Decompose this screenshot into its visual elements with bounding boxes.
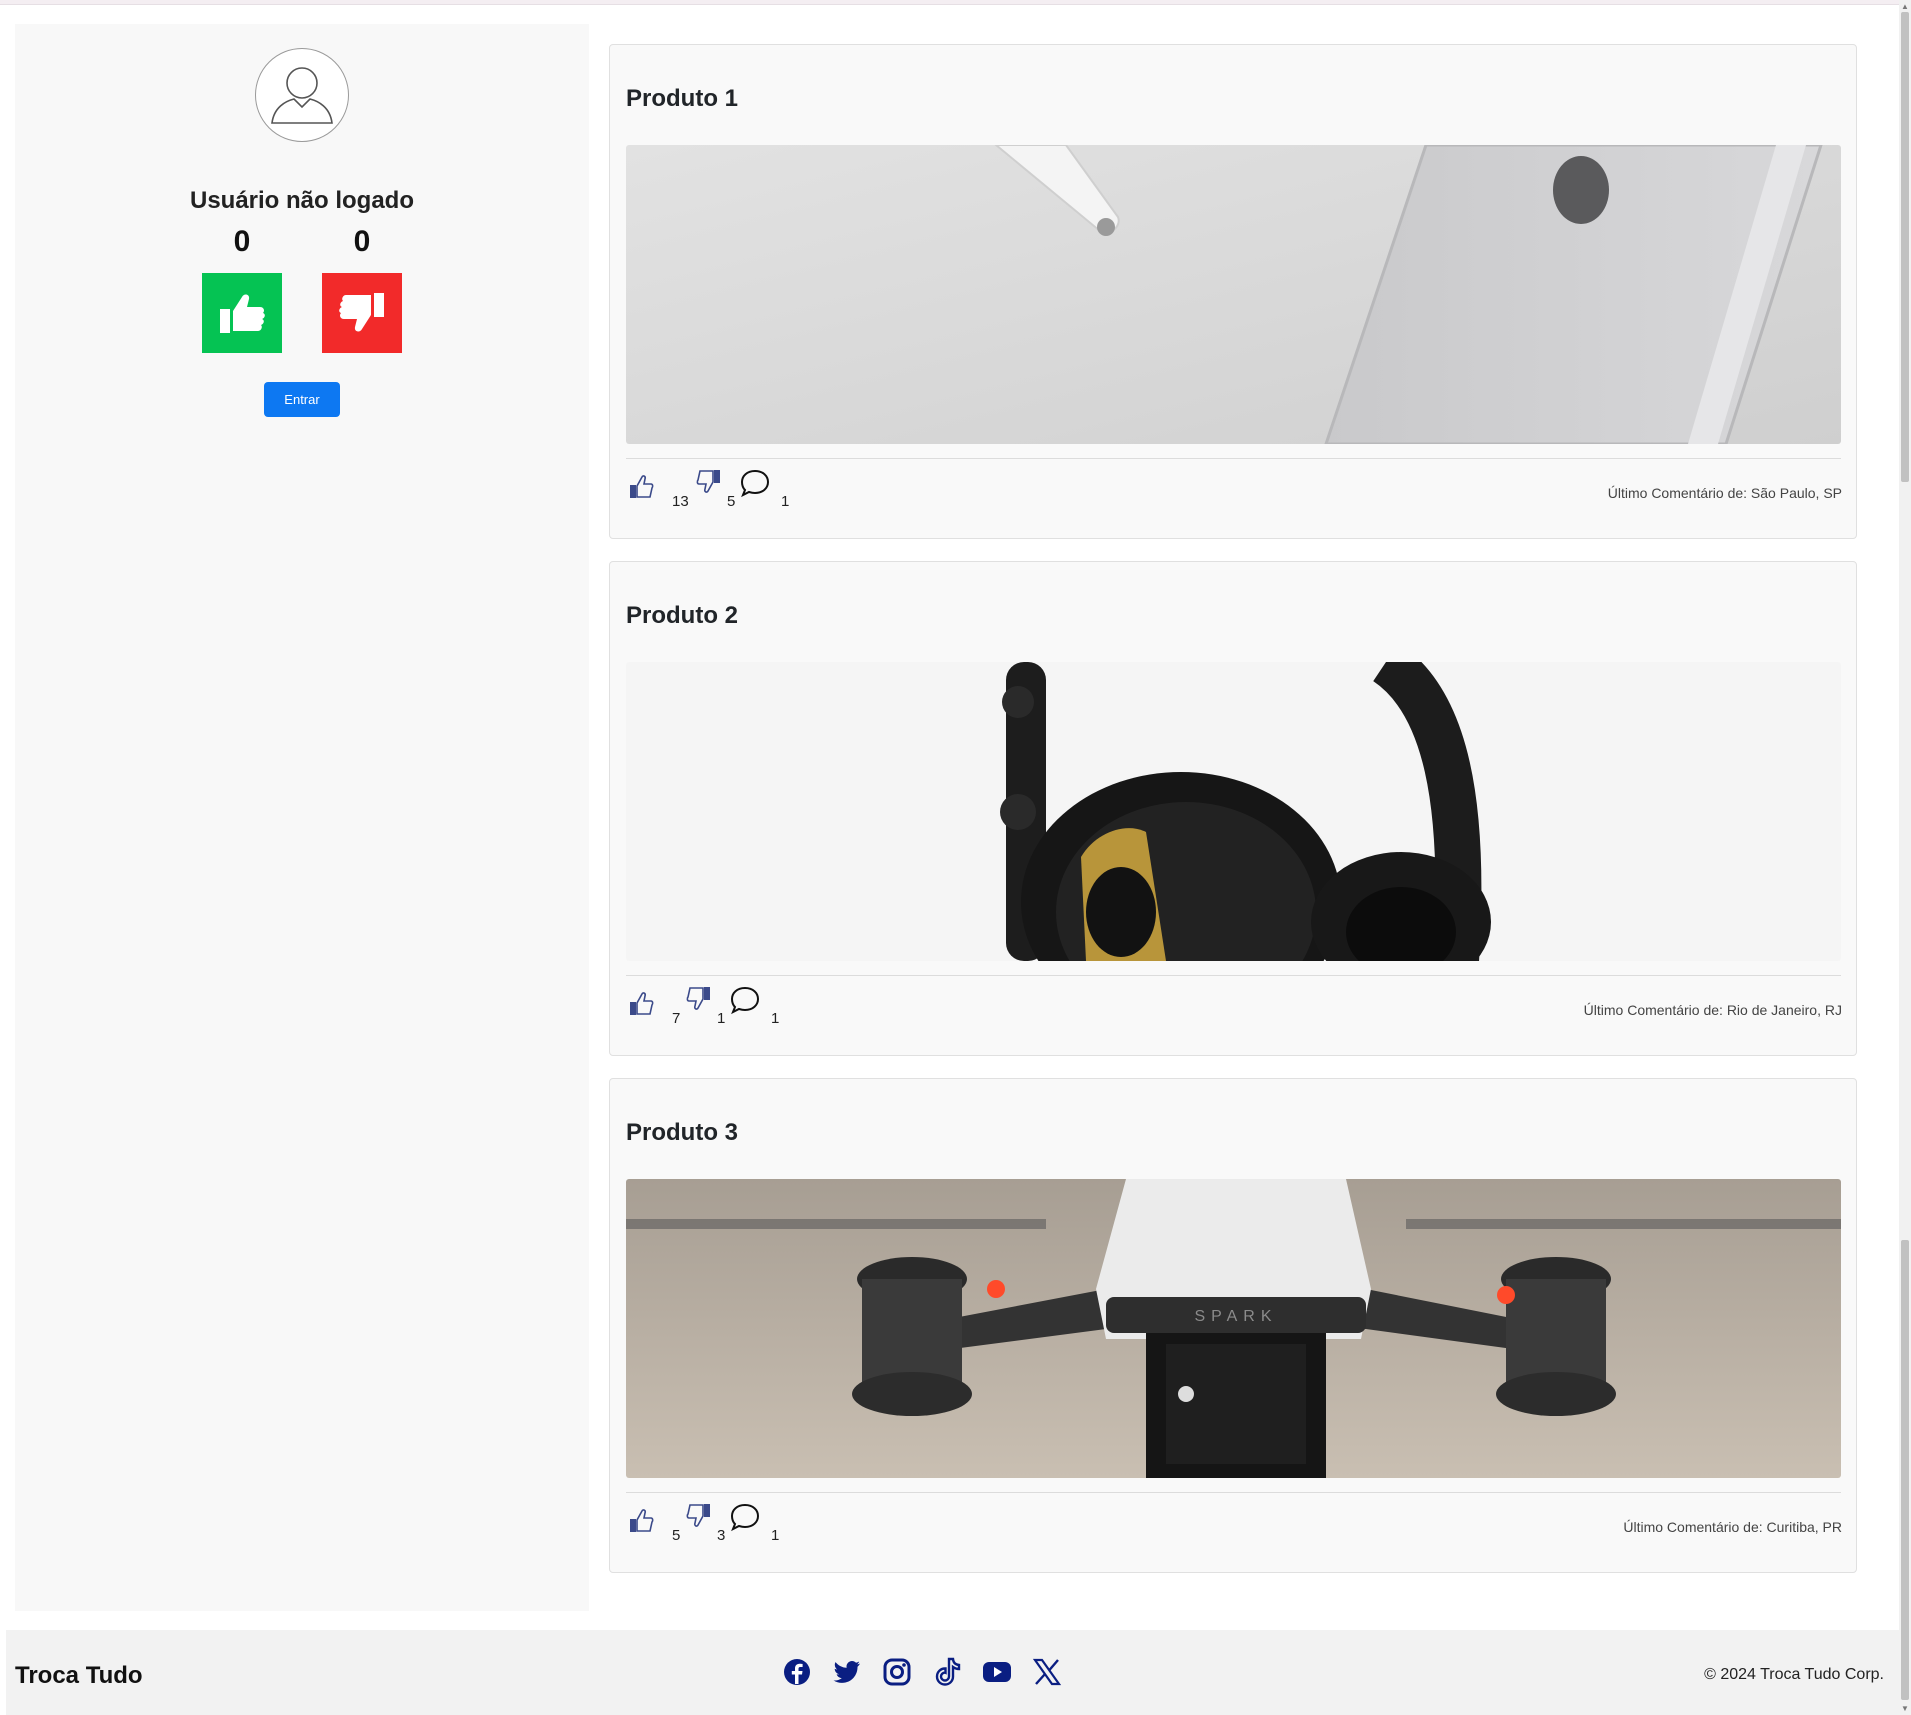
youtube-icon[interactable]	[981, 1656, 1013, 1688]
login-button[interactable]: Entrar	[264, 382, 340, 417]
dislike-button[interactable]	[322, 273, 402, 353]
product-title: Produto 1	[626, 85, 738, 112]
comment-icon[interactable]	[729, 984, 761, 1016]
thumbs-up-outline-icon[interactable]	[627, 473, 655, 501]
product-card: Produto 2 7 1 1 Último Comentário de: Ri…	[609, 561, 1857, 1056]
product-title: Produto 2	[626, 602, 738, 629]
thumbs-up-outline-icon[interactable]	[627, 990, 655, 1018]
product-stats: 7 1 1	[627, 986, 1127, 1030]
comments-count: 1	[771, 1010, 780, 1027]
user-status-title: Usuário não logado	[189, 187, 414, 214]
comments-count: 1	[781, 493, 790, 510]
scroll-down-arrow-icon[interactable]: ▼	[1901, 1704, 1909, 1713]
like-button[interactable]	[202, 273, 282, 353]
tiktok-icon[interactable]	[931, 1656, 963, 1688]
product-card: Produto 3 SPARK 5 3 1 Último Comentário …	[609, 1078, 1857, 1573]
product-image-drone[interactable]: SPARK	[626, 1179, 1841, 1478]
likes-count: 0	[233, 225, 251, 258]
thumbs-down-outline-icon[interactable]	[695, 467, 723, 495]
scroll-up-arrow-icon[interactable]: ▲	[1901, 2, 1909, 11]
instagram-icon[interactable]	[881, 1656, 913, 1688]
comment-icon[interactable]	[739, 467, 771, 499]
page-container: Usuário não logado 0 0 Entrar Produto 1	[15, 24, 1877, 1611]
comment-icon[interactable]	[729, 1501, 761, 1533]
product-title: Produto 3	[626, 1119, 738, 1146]
likes-count: 7	[672, 1010, 681, 1027]
thumbs-down-outline-icon[interactable]	[685, 1501, 713, 1529]
last-comment: Último Comentário de: Rio de Janeiro, RJ	[1583, 1002, 1842, 1018]
likes-count: 5	[672, 1527, 681, 1544]
facebook-icon[interactable]	[781, 1656, 813, 1688]
thumbs-down-outline-icon[interactable]	[685, 984, 713, 1012]
dislikes-count: 1	[717, 1010, 726, 1027]
product-card: Produto 1 13 5 1 Último Comentário de: S…	[609, 44, 1857, 539]
browser-top-edge	[0, 0, 1900, 5]
dislikes-count: 0	[353, 225, 371, 258]
scrollbar-thumb[interactable]	[1901, 12, 1909, 482]
footer-brand: Troca Tudo	[15, 1662, 143, 1689]
product-feed: Produto 1 13 5 1 Último Comentário de: S…	[589, 24, 1877, 1611]
last-comment: Último Comentário de: Curitiba, PR	[1623, 1519, 1842, 1535]
product-image-earbud-phone[interactable]	[626, 145, 1841, 444]
product-stats: 5 3 1	[627, 1503, 1127, 1547]
copyright-text: © 2024 Troca Tudo Corp.	[1704, 1666, 1884, 1683]
scrollbar-thumb-secondary[interactable]	[1901, 1240, 1909, 1700]
twitter-icon[interactable]	[831, 1656, 863, 1688]
dislikes-count: 5	[727, 493, 736, 510]
card-divider	[626, 975, 1841, 976]
thumbs-up-icon	[220, 294, 265, 333]
likes-count: 13	[672, 493, 689, 510]
x-icon[interactable]	[1031, 1656, 1063, 1688]
user-placeholder-icon	[271, 67, 333, 124]
dislikes-count: 3	[717, 1527, 726, 1544]
user-sidebar: Usuário não logado 0 0 Entrar	[15, 24, 589, 1611]
page-scrollbar[interactable]: ▲ ▼	[1899, 0, 1911, 1715]
thumbs-down-icon	[339, 293, 384, 332]
last-comment: Último Comentário de: São Paulo, SP	[1607, 485, 1842, 501]
product-stats: 13 5 1	[627, 469, 1127, 513]
drone-model-text: SPARK	[1194, 1308, 1277, 1325]
avatar	[255, 48, 349, 142]
product-image-headphones[interactable]	[626, 662, 1841, 961]
thumbs-up-outline-icon[interactable]	[627, 1507, 655, 1535]
comments-count: 1	[771, 1527, 780, 1544]
card-divider	[626, 1492, 1841, 1493]
card-divider	[626, 458, 1841, 459]
page-footer: Troca Tudo © 2024 Troca Tudo Corp.	[6, 1630, 1900, 1715]
